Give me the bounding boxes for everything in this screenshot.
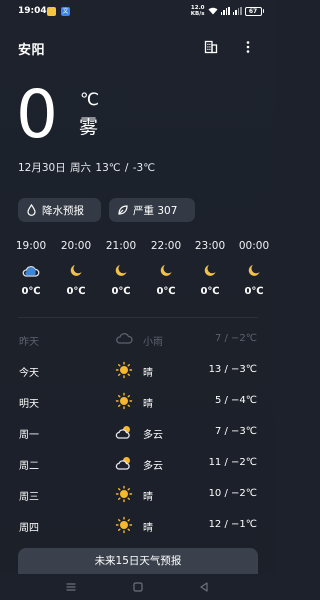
- wifi-icon: [208, 7, 217, 15]
- temperature-unit: ℃: [80, 90, 100, 110]
- battery-icon: 67: [244, 6, 264, 16]
- daily-row-monday[interactable]: 周一 多云 7 / −3℃: [0, 417, 276, 447]
- daily-row-wednesday[interactable]: 周三 晴 10 / −2℃: [0, 479, 276, 509]
- air-quality-button[interactable]: 严重 307: [109, 198, 195, 222]
- signal-icon: [220, 7, 230, 15]
- hourly-forecast[interactable]: 19:00 0℃ 20:00 0℃ 21:00 0℃ 22:00 0℃ 23:0…: [8, 238, 276, 308]
- daily-row-tomorrow[interactable]: 明天 晴 5 / −4℃: [0, 386, 276, 416]
- partly-cloudy-icon: [115, 457, 130, 470]
- partly-cloudy-icon: [115, 426, 130, 439]
- system-navigation-bar: [0, 574, 276, 600]
- hourly-item: 19:00 0℃: [15, 240, 47, 297]
- leaf-icon: [118, 205, 128, 215]
- daily-row-tuesday[interactable]: 周二 多云 11 / −2℃: [0, 448, 276, 478]
- network-speed: 12.0 KB/s: [190, 5, 205, 17]
- notification-app-icon-2: 文: [61, 7, 70, 16]
- current-condition: 雾: [79, 116, 99, 138]
- cloudy-night-icon: [22, 264, 40, 277]
- date-and-range: 12月30日 周六 13℃ / -3℃: [18, 162, 156, 174]
- moon-icon: [204, 265, 216, 276]
- moon-icon: [160, 265, 172, 276]
- home-icon[interactable]: [131, 580, 145, 594]
- hourly-item: 21:00 0℃: [105, 240, 137, 297]
- sun-icon: [115, 361, 133, 379]
- divider: [18, 317, 258, 318]
- current-temperature: 0: [16, 76, 58, 153]
- precipitation-label: 降水预报: [42, 204, 84, 217]
- weather-screen: 19:04 文 12.0 KB/s 67 安阳 0 ℃ 雾 12月30日 周六 …: [0, 0, 276, 600]
- cloud-rain-icon: [116, 333, 133, 344]
- sun-icon: [115, 516, 133, 534]
- city-name[interactable]: 安阳: [18, 39, 45, 58]
- sun-icon: [115, 392, 133, 410]
- moon-icon: [115, 265, 127, 276]
- more-options-icon[interactable]: [242, 40, 254, 54]
- notification-app-icon: [47, 7, 56, 16]
- status-bar: 19:04 文 12.0 KB/s 67: [0, 0, 276, 24]
- menu-icon[interactable]: [64, 580, 78, 594]
- moon-icon: [70, 265, 82, 276]
- raindrop-icon: [27, 204, 36, 216]
- status-time: 19:04: [18, 6, 47, 16]
- daily-row-today[interactable]: 今天 晴 13 / −3℃: [0, 355, 276, 385]
- daily-row-yesterday[interactable]: 昨天 小雨 7 / −2℃: [0, 324, 276, 354]
- city-list-icon[interactable]: [204, 40, 218, 54]
- sun-icon: [115, 485, 133, 503]
- daily-row-thursday[interactable]: 周四 晴 12 / −1℃: [0, 510, 276, 540]
- moon-icon: [248, 265, 260, 276]
- forecast-15-day-button[interactable]: 未来15日天气预报: [18, 548, 258, 574]
- hourly-item: 00:00 0℃: [238, 240, 270, 297]
- signal-icon-2: [232, 7, 242, 15]
- hourly-item: 20:00 0℃: [60, 240, 92, 297]
- back-icon[interactable]: [197, 580, 211, 594]
- status-indicators: 12.0 KB/s 67: [191, 5, 264, 17]
- air-quality-label: 严重 307: [133, 204, 178, 217]
- hourly-item: 22:00 0℃: [150, 240, 182, 297]
- hourly-item: 23:00 0℃: [194, 240, 226, 297]
- precipitation-forecast-button[interactable]: 降水预报: [18, 198, 101, 222]
